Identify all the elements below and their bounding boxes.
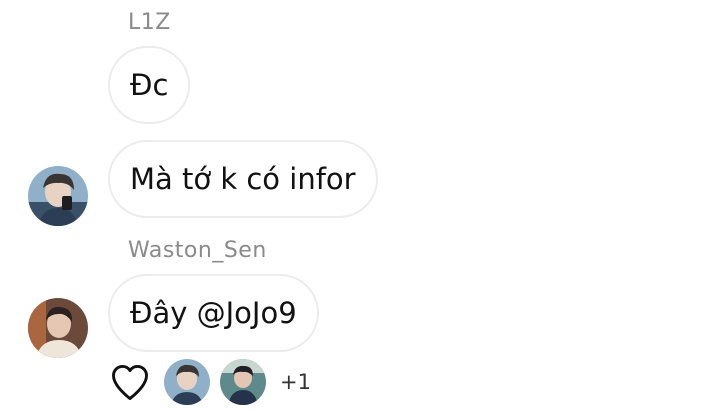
chat-thread: L1Z Đc Mà tớ k có infor Waston_Sen Đây @… bbox=[0, 0, 720, 412]
sender-name: L1Z bbox=[128, 10, 171, 35]
reactor-avatar-photo bbox=[220, 359, 266, 405]
avatar[interactable] bbox=[28, 166, 88, 226]
message-text: Đây @JoJo9 bbox=[130, 296, 297, 330]
sender-name: Waston_Sen bbox=[128, 238, 267, 263]
reaction-row: +1 bbox=[108, 358, 311, 406]
message-bubble[interactable]: Đây @JoJo9 bbox=[108, 274, 319, 352]
reactor-avatar-photo bbox=[164, 359, 210, 405]
reaction-count[interactable]: +1 bbox=[280, 370, 311, 394]
reactor-avatar[interactable] bbox=[220, 359, 266, 405]
reactor-avatar[interactable] bbox=[164, 359, 210, 405]
avatar-photo bbox=[28, 298, 88, 358]
message-bubble[interactable]: Đc bbox=[108, 46, 191, 124]
avatar[interactable] bbox=[28, 298, 88, 358]
avatar-photo bbox=[28, 166, 88, 226]
message-text: Mà tớ k có infor bbox=[130, 162, 356, 196]
message-text: Đc bbox=[130, 68, 169, 102]
heart-outline-icon[interactable] bbox=[108, 360, 152, 404]
message-bubble[interactable]: Mà tớ k có infor bbox=[108, 140, 378, 218]
